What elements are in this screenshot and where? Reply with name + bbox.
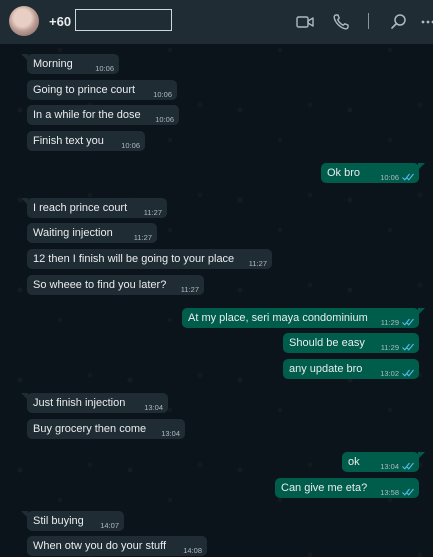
message-bubble[interactable]: Should be easy 11:29 [283,333,419,353]
read-receipt-icon [402,488,414,496]
message-bubble[interactable]: I reach prince court 11:27 [21,198,167,218]
message-bubble[interactable]: Stil buying 14:07 [21,511,124,531]
message-text: I reach prince court [33,202,128,214]
read-receipt-icon [402,318,414,326]
message-bubble[interactable]: Waiting injection 11:27 [27,223,157,243]
message-time: 10:06 [153,90,172,99]
message-text: Going to prince court [33,84,136,96]
chat-header: +60 [0,0,433,44]
message-text: Finish text you [33,135,104,147]
message-text: Should be easy [289,337,365,349]
message-time: 10:06 [95,64,114,73]
message-bubble[interactable]: ok 13:04 [342,452,425,472]
message-time: 10:06 [380,173,399,182]
message-time: 13:04 [161,429,180,438]
message-time: 13:04 [380,462,399,471]
message-bubble[interactable]: Morning 10:06 [21,54,119,74]
message-text: Can give me eta? [281,482,368,494]
voice-call-icon[interactable] [331,12,351,32]
message-text: any update bro [289,363,363,375]
message-bubble[interactable]: Finish text you 10:06 [27,131,145,151]
message-time: 14:07 [100,521,119,530]
message-time: 11:27 [143,208,162,217]
message-time: 11:29 [380,318,399,327]
message-text: Ok bro [327,167,361,179]
message-text: Stil buying [33,515,84,527]
message-bubble[interactable]: Going to prince court 10:06 [27,80,177,100]
message-time: 10:06 [121,141,140,150]
message-bubble[interactable]: 12 then I finish will be going to your p… [27,249,272,269]
message-bubble[interactable]: In a while for the dose 10:06 [27,105,179,125]
message-time: 13:02 [380,369,399,378]
message-time: 14:08 [183,546,202,555]
message-time: 11:27 [248,259,267,268]
message-bubble[interactable]: Buy grocery then come 13:04 [27,419,185,439]
message-bubble[interactable]: Ok bro 10:06 [321,163,425,183]
message-time: 13:58 [380,488,399,497]
chat-screen: +60 Morning 10:06 Going to prince court … [0,0,433,557]
read-receipt-icon [402,173,414,181]
redacted-name-box [75,9,172,31]
message-time: 11:27 [180,285,199,294]
message-text: Waiting injection [33,227,113,239]
message-bubble[interactable]: Just finish injection 13:04 [21,393,168,413]
contact-avatar[interactable] [9,6,39,36]
message-time: 11:27 [133,233,152,242]
message-time: 10:06 [155,115,174,124]
message-bubble[interactable]: At my place, seri maya condominium 11:29 [182,308,425,328]
message-text: Just finish injection [33,397,126,409]
message-text: When otw you do your stuff [33,540,167,552]
message-bubble[interactable]: any update bro 13:02 [283,359,419,379]
read-receipt-icon [402,343,414,351]
message-text: In a while for the dose [33,109,141,121]
message-text: Morning [33,58,73,70]
message-text: Buy grocery then come [33,423,147,435]
message-time: 13:04 [144,403,163,412]
message-bubble[interactable]: Can give me eta? 13:58 [275,478,419,498]
read-receipt-icon [402,369,414,377]
contact-name[interactable]: +60 [49,14,71,29]
video-call-icon[interactable] [295,12,315,32]
message-bubble[interactable]: When otw you do your stuff 14:08 [27,536,207,556]
message-time: 11:29 [380,343,399,352]
menu-icon[interactable] [420,12,433,32]
message-text: 12 then I finish will be going to your p… [33,253,235,265]
message-text: ok [348,456,360,468]
header-divider [368,13,369,29]
message-text: At my place, seri maya condominium [188,312,368,324]
message-text: So wheee to find you later? [33,279,167,291]
read-receipt-icon [402,462,414,470]
message-bubble[interactable]: So wheee to find you later? 11:27 [27,275,204,295]
search-icon[interactable] [389,12,409,32]
